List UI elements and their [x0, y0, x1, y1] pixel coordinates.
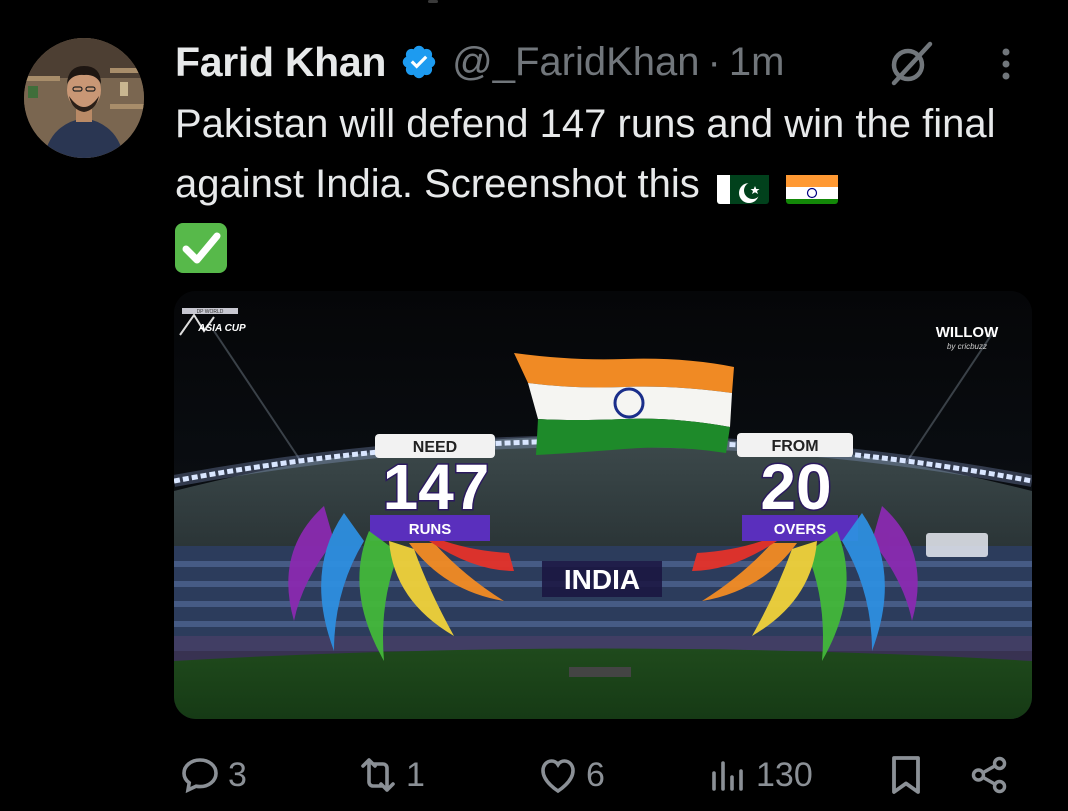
- svg-text:by cricbuzz: by cricbuzz: [947, 342, 987, 351]
- svg-text:ASIA CUP: ASIA CUP: [197, 323, 246, 334]
- runs-value: 147: [383, 451, 490, 523]
- like-count: 6: [586, 755, 605, 794]
- share-icon: [971, 756, 1007, 794]
- verified-badge-icon[interactable]: [400, 43, 438, 81]
- tweet-body: Pakistan will defend 147 runs and win th…: [175, 102, 996, 206]
- separator-dot: ·: [707, 39, 721, 84]
- reply-count: 3: [228, 755, 247, 794]
- post-time[interactable]: 1m: [729, 40, 785, 85]
- svg-text:WILLOW: WILLOW: [936, 324, 999, 341]
- author-name[interactable]: Farid Khan: [175, 39, 386, 86]
- previous-post-divider: [428, 0, 438, 3]
- author-handle[interactable]: @_FaridKhan: [452, 40, 699, 85]
- avatar[interactable]: [24, 38, 144, 158]
- repost-count: 1: [406, 755, 425, 794]
- action-bar: 3 1 6 130: [0, 748, 1068, 802]
- like-button[interactable]: 6: [534, 748, 605, 802]
- tweet-image[interactable]: NEED 147 RUNS FROM 20 OVERS INDIA DP WOR…: [174, 291, 1032, 719]
- views-button[interactable]: 130: [704, 748, 813, 802]
- reply-button[interactable]: 3: [176, 748, 247, 802]
- overs-label: OVERS: [774, 521, 827, 538]
- repost-icon: [361, 758, 395, 792]
- team-name: INDIA: [564, 564, 640, 595]
- reply-icon: [182, 758, 218, 794]
- india-flag-icon: [786, 168, 839, 205]
- like-icon: [541, 759, 575, 794]
- more-icon[interactable]: [998, 46, 1014, 86]
- tweet-header: Farid Khan @_FaridKhan · 1m: [175, 36, 784, 88]
- bookmark-icon: [892, 756, 920, 794]
- pakistan-flag-icon: [716, 168, 769, 205]
- overs-value: 20: [760, 451, 831, 523]
- check-mark-icon: [175, 223, 227, 274]
- share-button[interactable]: [966, 748, 1012, 802]
- views-count: 130: [756, 755, 813, 794]
- svg-text:DP WORLD: DP WORLD: [197, 309, 224, 315]
- tweet-text: Pakistan will defend 147 runs and win th…: [175, 94, 1055, 274]
- repost-button[interactable]: 1: [354, 748, 425, 802]
- grok-icon[interactable]: [884, 40, 936, 86]
- views-icon: [712, 761, 743, 791]
- runs-label: RUNS: [409, 521, 452, 538]
- bookmark-button[interactable]: [884, 748, 928, 802]
